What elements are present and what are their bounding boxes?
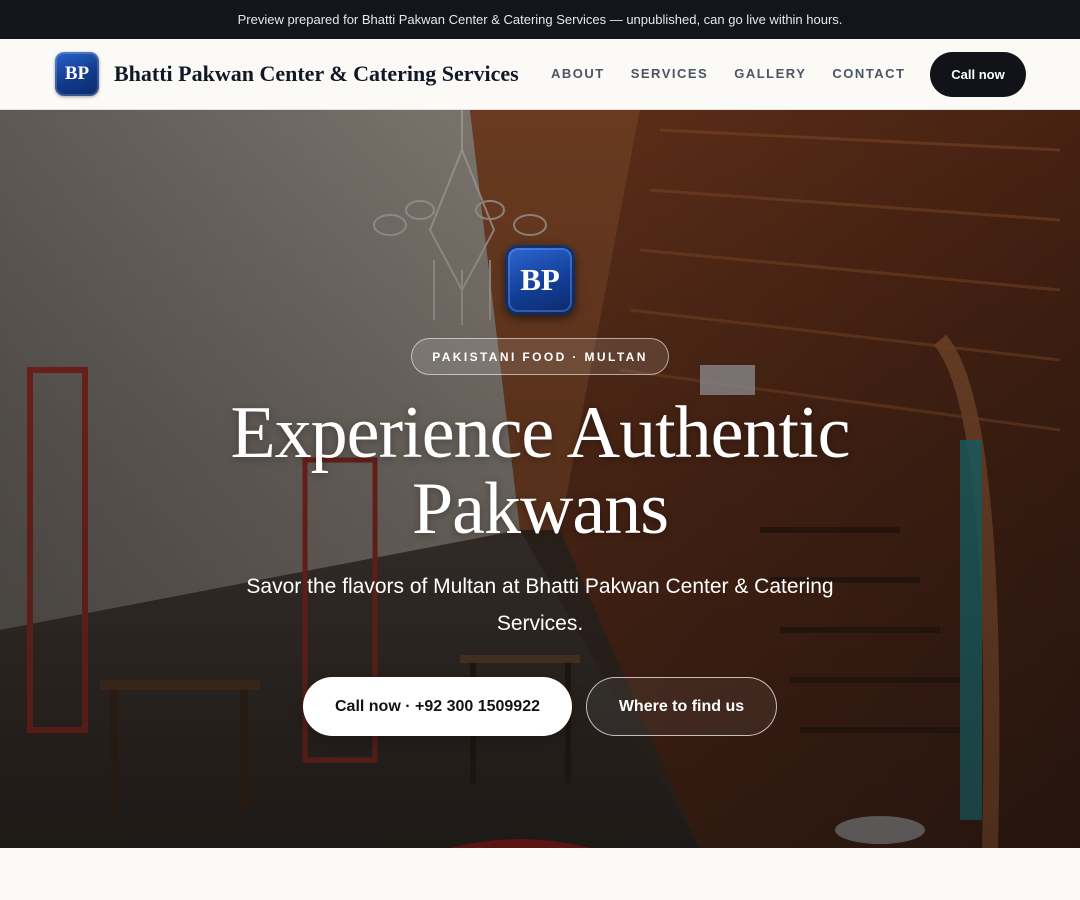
hero-call-button[interactable]: Call now · +92 300 1509922 (303, 677, 572, 736)
hero-subtitle: Savor the flavors of Multan at Bhatti Pa… (246, 575, 834, 635)
site-header: BP Bhatti Pakwan Center & Catering Servi… (0, 39, 1080, 110)
brand-name[interactable]: Bhatti Pakwan Center & Catering Services (114, 61, 519, 87)
brand-logo[interactable]: BP (55, 52, 99, 96)
hero-tagline: PAKISTANI FOOD · MULTAN (411, 338, 669, 375)
nav-link-contact[interactable]: CONTACT (832, 66, 905, 81)
nav-link-gallery[interactable]: GALLERY (734, 66, 806, 81)
find-us-button[interactable]: Where to find us (586, 677, 777, 736)
hero-title: Experience Authentic Pakwans (230, 392, 850, 550)
call-now-button[interactable]: Call now (930, 52, 1026, 97)
main-nav: ABOUT SERVICES GALLERY CONTACT (551, 66, 931, 81)
announcement-bar: Preview prepared for Bhatti Pakwan Cente… (0, 0, 1080, 39)
nav-link-services[interactable]: SERVICES (631, 66, 709, 81)
announcement-text: Preview prepared for Bhatti Pakwan Cente… (237, 12, 843, 27)
hero-logo-badge: BP (505, 245, 575, 315)
next-section-start (0, 848, 1080, 900)
nav-link-about[interactable]: ABOUT (551, 66, 605, 81)
hero-section: BP PAKISTANI FOOD · MULTAN Experience Au… (0, 110, 1080, 848)
